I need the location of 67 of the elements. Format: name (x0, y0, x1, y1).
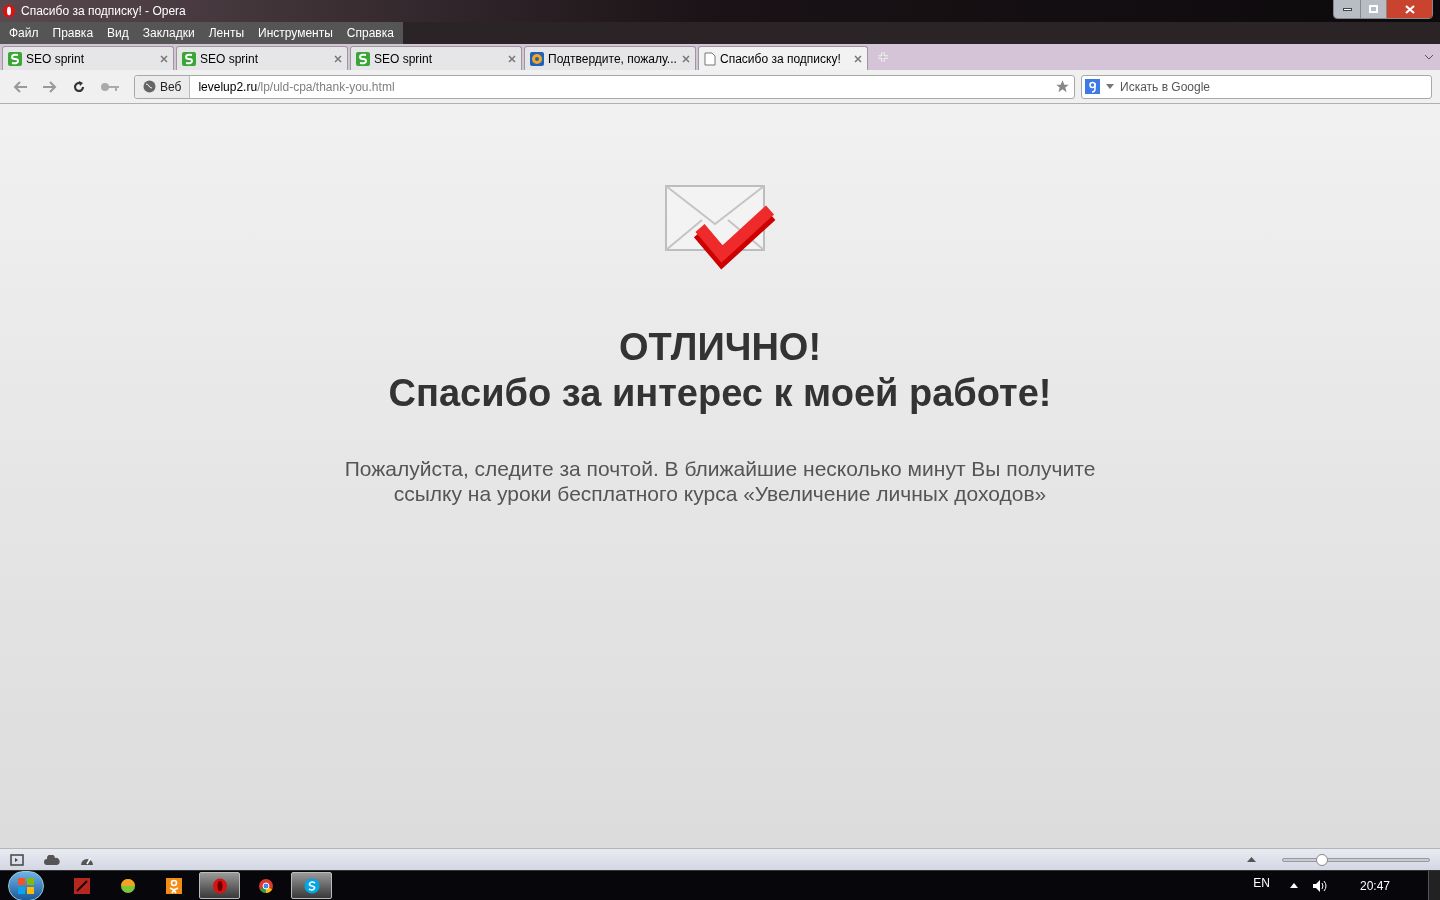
start-button[interactable] (8, 870, 44, 900)
globe-icon (143, 80, 156, 93)
menu-item[interactable]: Закладки (135, 24, 202, 42)
close-tab-icon[interactable] (334, 54, 342, 63)
search-field[interactable]: Искать в Google (1081, 74, 1432, 99)
url-text: levelup2.ru/lp/uld-cpa/thank-you.html (198, 78, 395, 96)
s-logo-icon (356, 51, 370, 66)
taskbar-button[interactable] (199, 872, 240, 899)
tab-title: Подтвердите, пожалу... (548, 50, 677, 68)
colored-ball-icon (119, 877, 136, 894)
panel-toggle-icon[interactable] (10, 853, 24, 866)
menu-item[interactable]: Справка (339, 24, 401, 42)
search-engine-icon (1085, 79, 1100, 94)
at-sign-icon (530, 51, 544, 66)
tab-title: SEO sprint (26, 50, 85, 68)
browser-tab[interactable]: SEO sprint (176, 46, 348, 70)
page-icon (704, 51, 716, 66)
letter-o-logo-icon (211, 877, 228, 894)
close-tab-icon[interactable] (160, 54, 168, 63)
browser-tab[interactable]: SEO sprint (350, 46, 522, 70)
speaker-icon[interactable] (1311, 878, 1328, 893)
search-input[interactable]: Искать в Google (1120, 77, 1428, 96)
clock[interactable]: 20:47 (1359, 876, 1390, 895)
success-heading: ОТЛИЧНО! (618, 325, 822, 370)
tab-title: SEO sprint (200, 50, 259, 68)
thanks-heading: Спасибо за интерес к моей работе! (388, 371, 1052, 416)
caret-icon[interactable] (1106, 84, 1114, 89)
address-field[interactable]: Веб levelup2.ru/lp/uld-cpa/thank-you.html (134, 74, 1075, 99)
letter-s-logo-icon (303, 877, 320, 894)
window-title: Спасибо за подписку! - Opera (21, 3, 186, 20)
menu-item[interactable]: Инструменты (251, 24, 340, 42)
back-arrow-icon[interactable] (12, 79, 28, 94)
close-tab-icon[interactable] (854, 54, 862, 63)
tab-title: Спасибо за подписку! (720, 50, 841, 68)
round-browser-icon (257, 877, 274, 894)
minimize-button[interactable] (1334, 0, 1360, 18)
close-icon (1404, 4, 1415, 14)
menu-item[interactable]: Файл (2, 24, 46, 42)
close-button[interactable] (1386, 0, 1432, 18)
menu-item[interactable]: Ленты (201, 24, 251, 42)
browser-logo-icon (2, 4, 16, 18)
web-badge[interactable]: Веб (135, 75, 191, 98)
menu-item[interactable]: Вид (100, 24, 136, 42)
up-triangle-icon[interactable] (1289, 883, 1298, 888)
browser-tab[interactable]: Спасибо за подписку! (698, 46, 868, 70)
reload-icon[interactable] (72, 79, 86, 94)
s-logo-icon (8, 51, 22, 66)
menu-item[interactable]: Правка (45, 24, 101, 42)
slider-thumb[interactable] (1315, 853, 1328, 866)
browser-tab[interactable]: Подтвердите, пожалу... (524, 46, 696, 70)
s-logo-icon (182, 51, 196, 66)
maximize-button[interactable] (1360, 0, 1386, 18)
language-indicator[interactable]: EN (1253, 873, 1270, 892)
windows-logo-icon (17, 876, 35, 895)
forward-arrow-icon[interactable] (42, 79, 58, 94)
zoom-slider[interactable] (1282, 853, 1430, 866)
close-tab-icon[interactable] (508, 54, 516, 63)
tab-title: SEO sprint (374, 50, 433, 68)
star-icon[interactable] (1055, 79, 1070, 94)
browser-tab[interactable]: SEO sprint (2, 46, 174, 70)
person-icon (165, 877, 182, 894)
taskbar-button[interactable] (291, 872, 332, 899)
instruction-text: Пожалуйста, следите за почтой. В ближайшие несколько минут Вы получите ссылку на уроки бесплатного курса «Увеличение личных доходов» (343, 456, 1097, 506)
cloud-icon[interactable] (44, 854, 60, 865)
caret-icon[interactable] (1424, 54, 1434, 60)
slashed-square-icon (73, 877, 90, 894)
close-tab-icon[interactable] (682, 54, 690, 63)
